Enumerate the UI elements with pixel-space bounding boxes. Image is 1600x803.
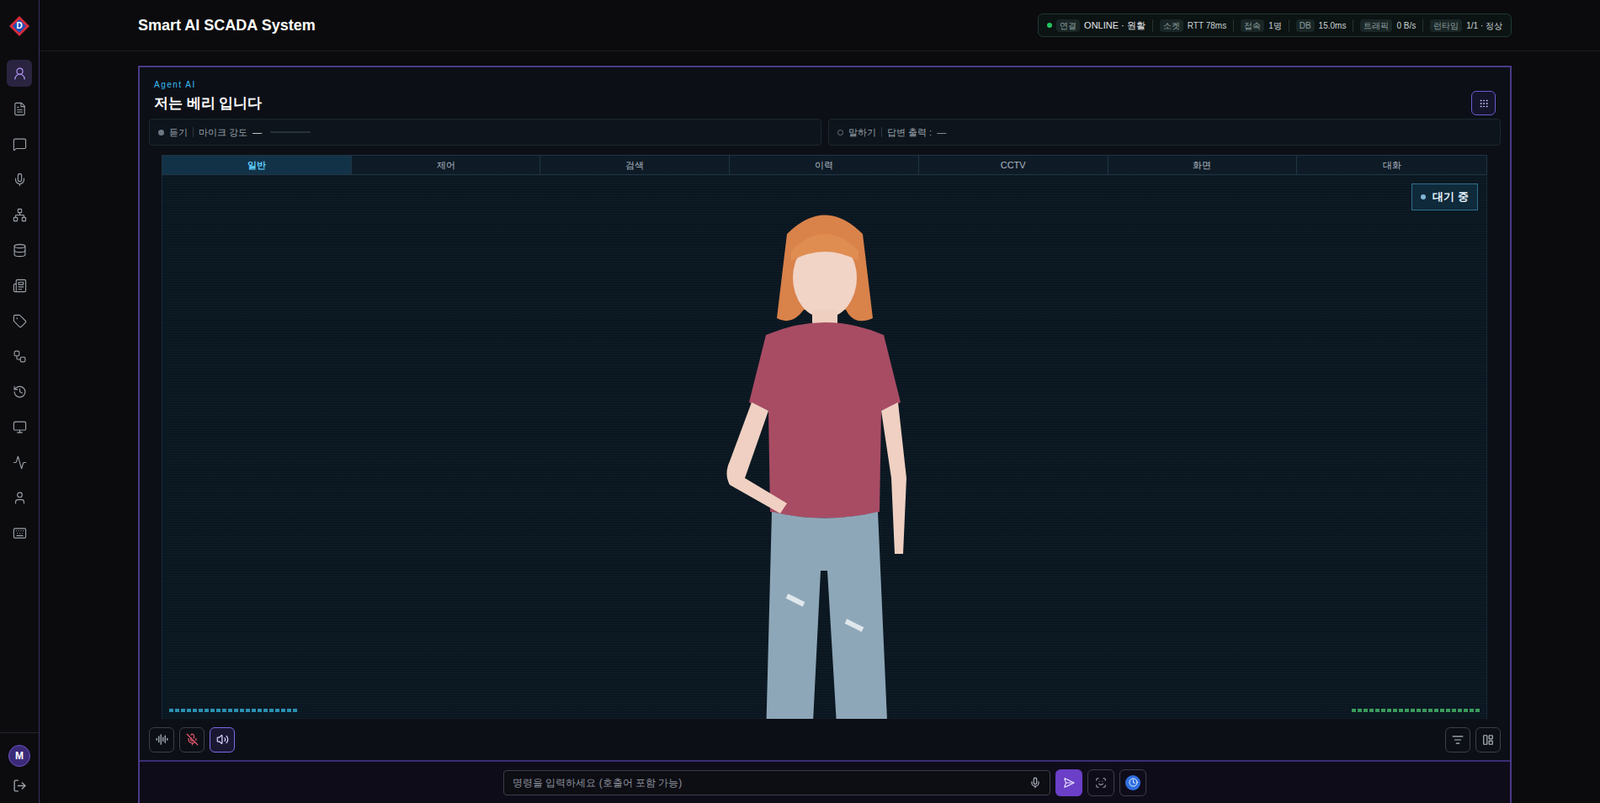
waveform-button[interactable] [148,727,175,753]
sidebar-item[interactable] [6,338,32,374]
connection-status: 연결ONLINE · 원활 [1047,18,1146,33]
sidebar-item[interactable] [6,232,32,268]
mic-level-track [270,131,311,133]
tab[interactable]: 이력 [729,155,920,175]
app: DMSmart AI SCADA System연결ONLINE · 원활소켓RT… [0,0,1600,803]
voice-status-row: 듣기마이크 강도—말하기답변 출력 :— [139,118,1510,146]
sidebar-item-icon [12,490,27,505]
mic-off-icon [186,733,199,746]
sidebar-item-icon [12,172,27,187]
speaker-button[interactable] [209,727,235,753]
sidebar-item[interactable] [6,126,32,162]
layout-icon [1482,733,1494,746]
sidebar-item-icon [12,207,27,223]
sidebar-items [0,51,39,551]
sidebar-item-icon [12,349,27,364]
sidebar-item[interactable] [6,161,32,197]
avatar-stage: 대기 중 [161,175,1488,719]
sidebar-item[interactable] [6,90,32,127]
sidebar-item[interactable] [6,196,32,233]
panel-subtitle: Agent AI [154,79,262,91]
status-metric: 트래픽0 B/s [1352,19,1416,32]
sidebar-item-icon [12,455,27,470]
tab-bar: 일반제어검색이력CCTV화면대화 [161,154,1488,176]
sidebar: DM [0,0,40,803]
layout-button[interactable] [1475,727,1501,753]
logo[interactable]: D [0,0,39,52]
command-bar: 명령을 입력하세요 (호출어 포함 가능) [139,760,1510,803]
status-pill: 연결ONLINE · 원활 소켓RTT 78ms 접속1명 DB15.0ms 트래픽0 … [1037,13,1512,38]
grip-icon [1478,98,1489,109]
status-metric: 런타임1/1 · 정상 [1422,19,1503,32]
command-input[interactable]: 명령을 입력하세요 (호출어 포함 가능) [503,770,1051,796]
sidebar-item[interactable] [6,373,32,410]
send-icon [1063,776,1075,789]
status-metric: 접속1명 [1233,19,1282,32]
speak-status: 말하기답변 출력 :— [828,118,1501,146]
face-icon [1095,776,1107,789]
sidebar-item-icon [12,101,27,117]
sidebar-footer: M [0,732,39,803]
list-icon [1451,733,1464,746]
tab[interactable]: 제어 [351,155,542,175]
logout-icon[interactable] [12,778,27,793]
user-avatar[interactable]: M [8,744,31,767]
sidebar-item-icon [12,526,27,541]
waveform-icon [155,733,169,746]
sidebar-item-icon [12,66,27,81]
auto-mode-button[interactable] [1119,769,1147,797]
toolbar [139,718,1510,761]
listen-status: 듣기마이크 강도— [148,118,822,146]
speaker-icon [216,733,229,746]
agent-panel: Agent AI 저는 베리 입니다듣기마이크 강도—말하기답변 출력 :— 일반제… [138,65,1512,803]
send-button[interactable] [1055,769,1083,797]
mic-icon[interactable] [1029,776,1042,789]
app-title: Smart AI SCADA System [138,14,316,38]
sidebar-item[interactable] [6,479,32,516]
mic-toggle-button[interactable] [179,727,205,753]
tab[interactable]: 화면 [1108,155,1298,175]
tab[interactable]: 검색 [540,155,730,175]
status-metric: DB15.0ms [1288,19,1347,32]
header: Smart AI SCADA System 연결ONLINE · 원활 소켓RTT … [39,0,1600,52]
sidebar-item[interactable] [6,409,32,445]
state-badge: 대기 중 [1411,183,1478,211]
tab[interactable]: CCTV [919,155,1109,175]
tab[interactable]: 일반 [162,155,352,175]
sidebar-item-icon [12,313,27,329]
panel-header: Agent AI 저는 베리 입니다 [139,67,1510,116]
face-button[interactable] [1087,769,1115,797]
tab[interactable]: 대화 [1297,155,1487,175]
corner-meter [1351,708,1480,713]
layout-toggle-button[interactable] [1471,90,1496,116]
sidebar-item[interactable] [6,515,32,551]
sidebar-item[interactable] [6,267,32,303]
sidebar-item-icon [12,384,27,399]
sidebar-item-icon [12,137,27,152]
sidebar-item[interactable] [6,302,32,339]
panel-title: 저는 베리 입니다 [154,93,262,114]
corner-meter [169,708,298,713]
status-metric: 소켓RTT 78ms [1152,19,1227,32]
avatar-figure-icon [685,200,964,719]
clock-icon [1128,777,1138,787]
sidebar-item-icon [12,278,27,293]
main: Smart AI SCADA System 연결ONLINE · 원활 소켓RTT … [39,0,1600,803]
sidebar-item[interactable] [6,55,32,91]
list-button[interactable] [1445,727,1471,753]
sidebar-item[interactable] [6,444,32,480]
sidebar-item-icon [12,419,27,435]
sidebar-item-icon [12,243,27,258]
